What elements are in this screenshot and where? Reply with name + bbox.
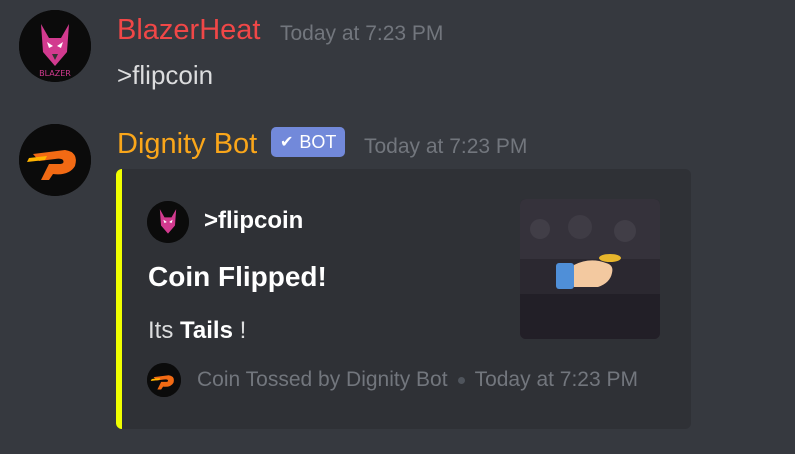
user-avatar[interactable]: BLAZER [19, 10, 91, 82]
embed-footer: Coin Tossed by Dignity Bot Today at 7:23… [197, 368, 638, 392]
embed-footer-text: Coin Tossed by Dignity Bot [197, 368, 448, 391]
message-text: >flipcoin [117, 60, 214, 90]
fox-mask-icon: BLAZER [19, 10, 91, 82]
fox-mask-icon [147, 201, 189, 243]
bot-badge: ✔ BOT [271, 127, 346, 157]
embed-description-prefix: Its [148, 317, 174, 344]
dignity-logo-icon [19, 124, 91, 196]
embed-footer-timestamp: Today at 7:23 PM [474, 368, 639, 391]
username[interactable]: BlazerHeat [117, 14, 260, 47]
embed-description: Its Tails ! [148, 317, 246, 345]
embed-author-avatar [147, 201, 189, 243]
embed-accent-bar [116, 169, 122, 429]
bot-avatar[interactable] [19, 124, 91, 196]
footer-separator-dot [457, 376, 465, 384]
embed-description-suffix: ! [239, 317, 247, 344]
embed: >flipcoin Coin Flipped! Its Tails ! Coin… [116, 169, 691, 429]
embed-author-name[interactable]: >flipcoin [204, 207, 303, 235]
coin-flip-hand-icon [520, 199, 660, 339]
dignity-logo-icon [147, 363, 181, 397]
timestamp: Today at 7:23 PM [364, 135, 528, 158]
embed-footer-avatar [147, 363, 181, 397]
bot-username[interactable]: Dignity Bot [117, 128, 257, 161]
verified-check-icon: ✔ [280, 134, 294, 151]
svg-text:BLAZER: BLAZER [39, 69, 71, 78]
coin-flip-thumbnail[interactable] [520, 199, 660, 339]
embed-title: Coin Flipped! [148, 261, 327, 292]
embed-description-result: Tails [180, 317, 233, 344]
timestamp: Today at 7:23 PM [280, 22, 444, 45]
bot-badge-label: BOT [299, 131, 337, 152]
